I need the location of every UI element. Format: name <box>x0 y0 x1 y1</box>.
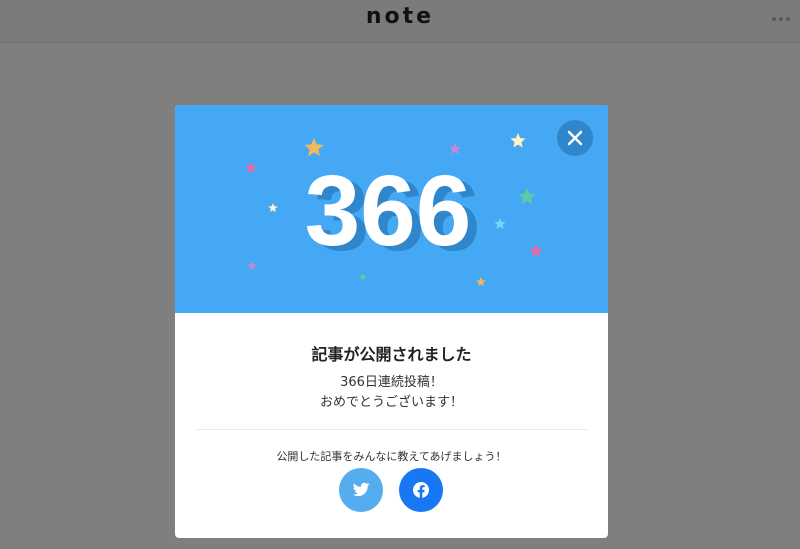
celebration-banner: 366 366 <box>175 105 608 313</box>
star-icon <box>304 138 324 157</box>
publish-success-modal: 366 366 記事が公開されました 366日連続投稿！ おめでとうございます！… <box>175 105 608 538</box>
congrats-message: おめでとうございます！ <box>319 395 463 410</box>
star-icon <box>476 277 486 286</box>
divider <box>195 429 588 430</box>
modal-body: 記事が公開されました 366日連続投稿！ おめでとうございます！ 公開した記事を… <box>175 313 608 538</box>
star-icon <box>529 244 543 257</box>
star-icon <box>449 143 461 154</box>
star-icon <box>359 273 367 281</box>
share-prompt: 公開した記事をみんなに教えてあげましょう！ <box>276 450 507 463</box>
star-icon <box>247 261 257 270</box>
top-bar: note <box>0 0 800 43</box>
modal-title: 記事が公開されました <box>311 345 472 364</box>
star-icon <box>268 203 278 212</box>
note-logo[interactable]: note <box>0 4 800 29</box>
twitter-icon <box>352 482 370 497</box>
star-icon <box>494 218 506 229</box>
close-button[interactable] <box>557 120 593 156</box>
streak-message: 366日連続投稿！ <box>340 375 443 390</box>
more-horizontal-icon[interactable] <box>772 15 790 23</box>
facebook-icon <box>413 482 429 499</box>
confetti-stars-icon: 366 366 <box>245 133 543 286</box>
share-facebook-button[interactable] <box>399 468 443 512</box>
star-icon <box>245 162 257 173</box>
streak-count: 366 <box>305 155 472 267</box>
star-icon <box>510 133 526 148</box>
star-icon <box>518 188 536 205</box>
share-twitter-button[interactable] <box>339 468 383 512</box>
close-icon <box>567 130 583 146</box>
